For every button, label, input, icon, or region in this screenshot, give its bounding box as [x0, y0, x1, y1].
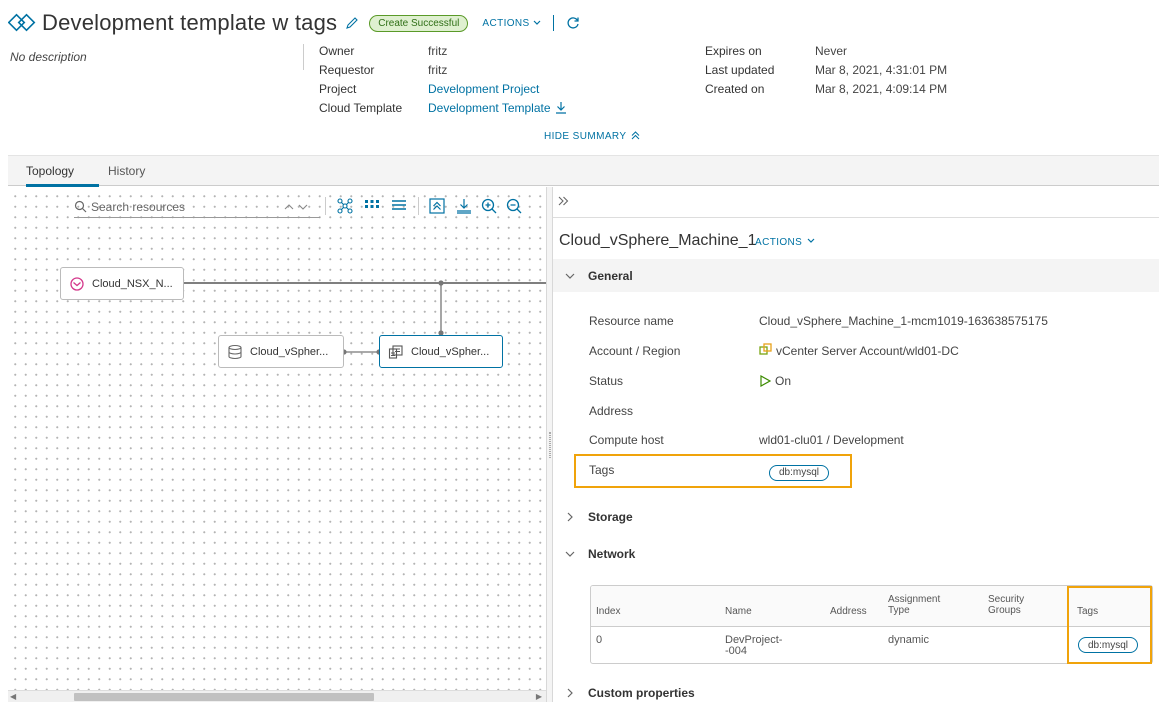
cell-index: 0 [596, 634, 603, 646]
compute-host-label: Compute host [589, 433, 664, 447]
splitter-grip-icon [549, 432, 551, 458]
template-label: Cloud Template [319, 101, 403, 115]
project-link[interactable]: Development Project [428, 80, 567, 99]
resource-name-label: Resource name [589, 314, 674, 328]
resource-name-value: Cloud_vSphere_Machine_1-mcm1019-16363857… [759, 314, 1048, 328]
scroll-left-arrow-icon[interactable]: ◀ [10, 692, 16, 701]
topology-node-network[interactable]: Cloud_NSX_N... [60, 267, 184, 300]
resource-actions-dropdown[interactable]: ACTIONS [755, 237, 815, 248]
resource-details-panel: Cloud_vSphere_Machine_1 ACTIONS General … [553, 187, 1159, 702]
network-section-header[interactable]: Network [565, 547, 635, 561]
download-icon[interactable] [555, 101, 567, 114]
updated-label: Last updated [705, 63, 775, 77]
requestor-value: fritz [428, 63, 448, 77]
status-badge: Create Successful [369, 14, 469, 32]
panel-splitter[interactable] [546, 187, 553, 702]
expires-value: Never [815, 44, 848, 58]
address-label: Address [589, 404, 634, 418]
summary-labels-2: Expires on Last updated Created on [705, 42, 774, 99]
page-title: Development template w tags [42, 10, 338, 35]
topology-connectors [184, 280, 546, 355]
play-icon [760, 374, 772, 388]
owner-value: fritz [428, 44, 448, 58]
network-icon [70, 276, 84, 291]
deployment-logo-icon [8, 13, 36, 32]
column-header-index[interactable]: Index [596, 606, 620, 617]
general-section-header[interactable]: General [565, 269, 633, 283]
horizontal-scrollbar[interactable]: ◀ ▶ [8, 690, 546, 702]
divider [553, 217, 1159, 218]
status-label: Status [589, 374, 624, 388]
expires-label: Expires on [705, 44, 762, 58]
double-chevron-right-icon [558, 196, 569, 206]
column-header-assignment-type[interactable]: Assignment Type [888, 594, 948, 616]
tab-history[interactable]: History [108, 164, 145, 178]
account-region-text: vCenter Server Account/wld01-DC [776, 344, 959, 358]
owner-label: Owner [319, 44, 355, 58]
vcenter-icon [759, 343, 772, 355]
actions-label: ACTIONS [755, 237, 803, 248]
refresh-icon[interactable] [566, 16, 580, 30]
node-label: Cloud_vSpher... [411, 345, 490, 358]
template-link[interactable]: Development Template [428, 101, 551, 115]
hide-summary-button[interactable]: HIDE SUMMARY [544, 131, 640, 142]
project-label: Project [319, 82, 357, 96]
updated-value: Mar 8, 2021, 4:31:01 PM [815, 63, 948, 77]
chevron-right-icon [567, 688, 573, 698]
tab-bar: Topology History [8, 155, 1159, 187]
chevron-down-icon [533, 20, 541, 25]
node-label: Cloud_vSpher... [250, 345, 329, 358]
account-region-value: vCenter Server Account/wld01-DC [759, 343, 959, 358]
tab-topology[interactable]: Topology [26, 164, 74, 178]
compute-host-value: wld01-clu01 / Development [759, 433, 904, 447]
topology-node-vm[interactable]: Cloud_vSpher... [379, 335, 503, 368]
summary-values-2: Never Mar 8, 2021, 4:31:01 PM Mar 8, 202… [815, 42, 947, 99]
resource-title: Cloud_vSphere_Machine_1 [559, 232, 757, 249]
account-region-label: Account / Region [589, 344, 681, 358]
summary-labels: Owner Requestor Project Cloud Template [319, 42, 402, 118]
section-title: General [588, 269, 633, 283]
topology-node-disk[interactable]: Cloud_vSpher... [218, 335, 344, 368]
requestor-label: Requestor [319, 63, 375, 77]
section-title: Custom properties [588, 686, 695, 700]
divider [552, 15, 554, 31]
column-header-address[interactable]: Address [830, 606, 867, 617]
chevron-right-icon [567, 512, 573, 522]
column-header-name[interactable]: Name [725, 606, 752, 617]
scroll-right-arrow-icon[interactable]: ▶ [536, 692, 542, 701]
column-header-security-groups[interactable]: Security Groups [988, 594, 1038, 616]
chevron-down-icon [565, 273, 575, 279]
status-value: On [759, 374, 791, 388]
collapse-panel-button[interactable] [558, 194, 569, 209]
chevron-down-icon [565, 551, 575, 557]
storage-section-header[interactable]: Storage [565, 510, 633, 524]
custom-properties-section-header[interactable]: Custom properties [565, 686, 695, 700]
tags-highlight-box [574, 454, 852, 488]
created-value: Mar 8, 2021, 4:09:14 PM [815, 82, 948, 96]
section-title: Network [588, 547, 636, 561]
node-label: Cloud_NSX_N... [92, 277, 173, 290]
general-section-band [553, 259, 1159, 292]
summary-values: fritz fritz Development Project Developm… [428, 42, 567, 118]
section-title: Storage [588, 510, 633, 524]
disk-icon [228, 344, 242, 359]
actions-label: ACTIONS [482, 17, 530, 29]
topology-canvas[interactable]: Cloud_NSX_N... Cloud_vSpher... Cloud_vSp… [8, 187, 546, 702]
pencil-icon[interactable] [345, 16, 359, 30]
vm-icon [388, 344, 403, 359]
double-chevron-up-icon [632, 131, 640, 140]
cell-name: DevProject--004 [725, 634, 783, 657]
page-header: Development template w tags Create Succe… [8, 8, 580, 38]
template-row: Development Template [428, 99, 567, 118]
status-text: On [775, 374, 792, 388]
scrollbar-thumb[interactable] [74, 693, 374, 701]
created-label: Created on [705, 82, 765, 96]
tags-column-highlight-box [1067, 586, 1152, 664]
hide-summary-label: HIDE SUMMARY [544, 131, 627, 142]
chevron-down-icon [808, 238, 815, 243]
description-text: No description [10, 50, 87, 64]
actions-dropdown[interactable]: ACTIONS [482, 17, 541, 29]
cell-assignment-type: dynamic [888, 634, 929, 646]
divider [303, 44, 304, 70]
